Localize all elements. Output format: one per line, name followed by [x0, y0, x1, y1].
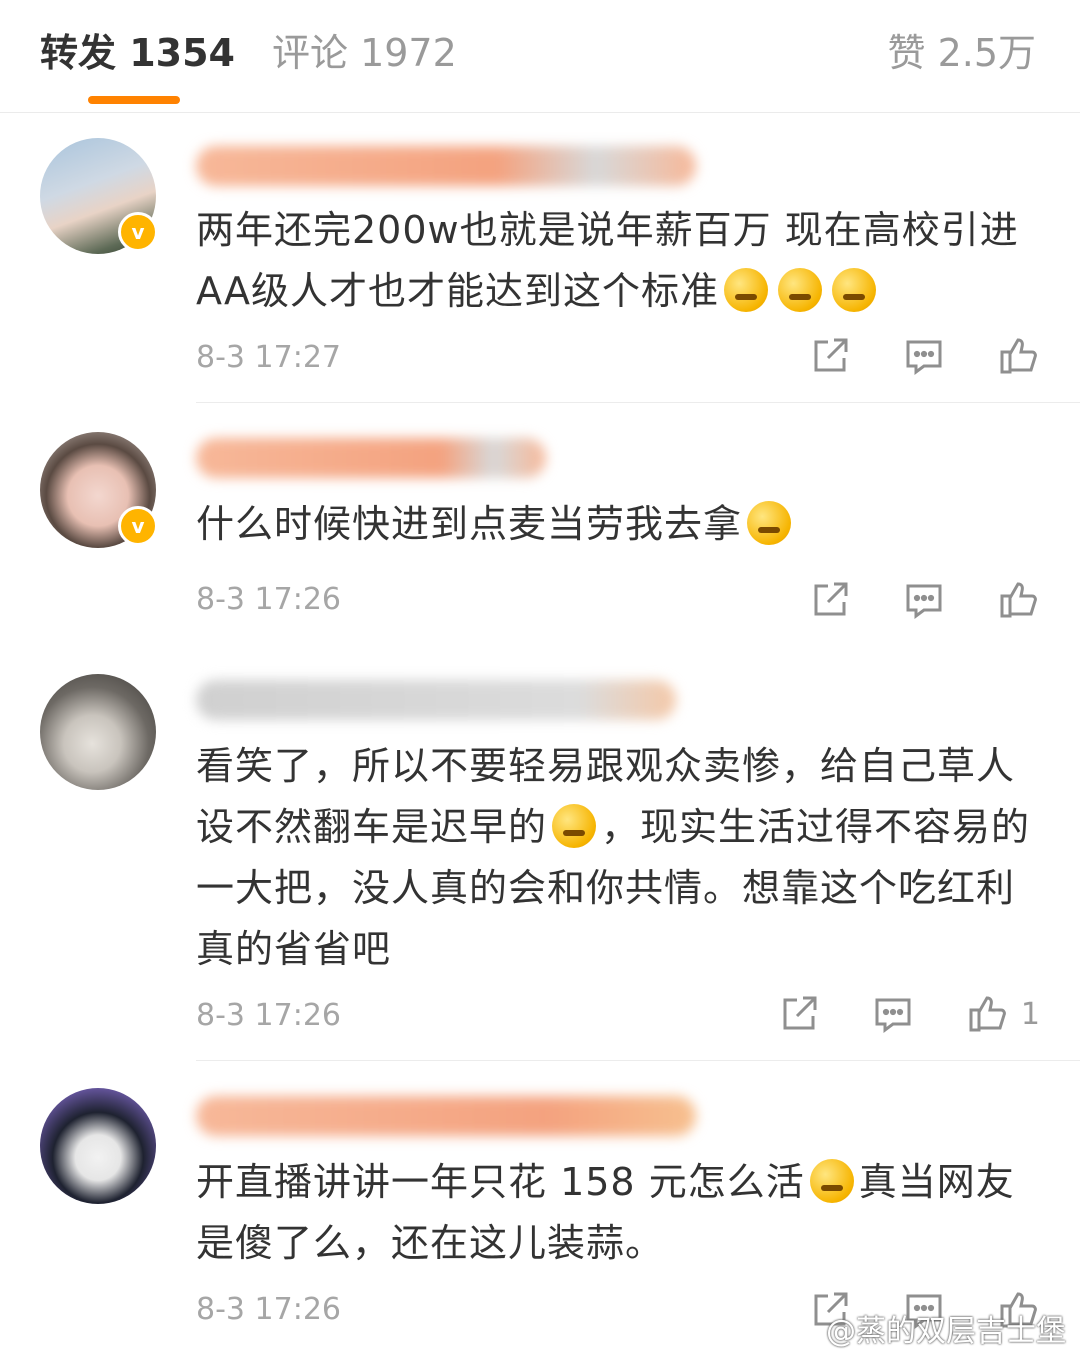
comment-icon[interactable] — [902, 578, 946, 622]
thinking-hush-emoji — [778, 268, 823, 312]
share-icon[interactable] — [808, 334, 852, 378]
thinking-hush-emoji — [724, 268, 769, 312]
tongue-out-emoji — [747, 501, 792, 545]
action-bar — [758, 334, 1040, 378]
list-item: 看笑了，所以不要轻易跟观众卖惨，给自己草人设不然翻车是迟早的 ，现实生活过得不容易… — [0, 650, 1080, 1062]
tab-repost[interactable]: 转发 1354 — [40, 28, 235, 78]
like-icon[interactable] — [965, 992, 1009, 1036]
timestamp: 8-3 17:26 — [196, 998, 341, 1033]
avatar[interactable] — [40, 1088, 156, 1204]
like-icon[interactable] — [996, 334, 1040, 378]
tab-comments[interactable]: 评论 1972 — [272, 28, 457, 78]
avatar[interactable]: v — [40, 138, 158, 254]
action-bar — [758, 578, 1040, 622]
action-bar: 1 — [727, 992, 1040, 1036]
username[interactable] — [196, 1096, 696, 1136]
laughing-crying-emoji — [552, 804, 597, 848]
thinking-hush-emoji — [832, 268, 877, 312]
verified-badge-icon: v — [118, 212, 158, 252]
comment-icon[interactable] — [902, 334, 946, 378]
timestamp: 8-3 17:26 — [196, 582, 341, 617]
list-item: v 什么时候快进到点麦当劳我去拿 8-3 17:26 — [0, 404, 1080, 650]
timestamp: 8-3 17:26 — [196, 1292, 341, 1327]
active-tab-indicator — [88, 96, 180, 104]
comment-icon[interactable] — [871, 992, 915, 1036]
like-icon[interactable] — [996, 578, 1040, 622]
username[interactable] — [196, 146, 696, 186]
username[interactable] — [196, 680, 676, 720]
divider — [196, 1060, 1080, 1061]
avatar[interactable]: v — [40, 432, 158, 548]
tab-likes[interactable]: 赞 2.5万 — [887, 28, 1036, 78]
avatar[interactable] — [40, 674, 156, 790]
grinning-emoji — [809, 1159, 854, 1203]
verified-badge-icon: v — [118, 506, 158, 546]
comment-text: 什么时候快进到点麦当劳我去拿 — [196, 494, 1046, 555]
list-item: v 两年还完200w也就是说年薪百万 现在高校引进AA级人才也才能达到这个标准 … — [0, 112, 1080, 404]
watermark: @蒸的双层吉士堡 — [826, 1314, 1066, 1349]
share-icon[interactable] — [808, 578, 852, 622]
comment-text: 看笑了，所以不要轻易跟观众卖惨，给自己草人设不然翻车是迟早的 ，现实生活过得不容易… — [196, 744, 1031, 971]
share-icon[interactable] — [777, 992, 821, 1036]
divider — [196, 402, 1080, 403]
tab-bar: 转发 1354 评论 1972 赞 2.5万 — [0, 0, 1080, 113]
like-count: 1 — [1020, 996, 1040, 1032]
comment-text: 开直播讲讲一年只花 158 元怎么活 真当网友是傻了么，还在这儿装蒜。 — [196, 1159, 1015, 1265]
comment-text: 两年还完200w也就是说年薪百万 现在高校引进AA级人才也才能达到这个标准 — [196, 208, 1019, 313]
username[interactable] — [196, 438, 546, 478]
timestamp: 8-3 17:27 — [196, 340, 341, 375]
